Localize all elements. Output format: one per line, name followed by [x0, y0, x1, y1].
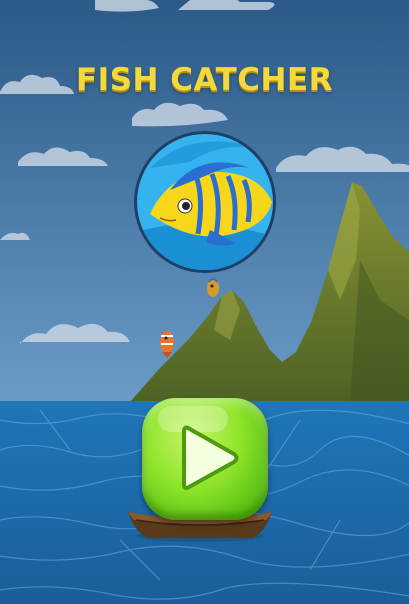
game-title: FISH CATCHER — [76, 62, 333, 98]
fish-icon — [207, 278, 219, 297]
play-button[interactable] — [142, 398, 268, 520]
play-icon — [182, 425, 239, 490]
